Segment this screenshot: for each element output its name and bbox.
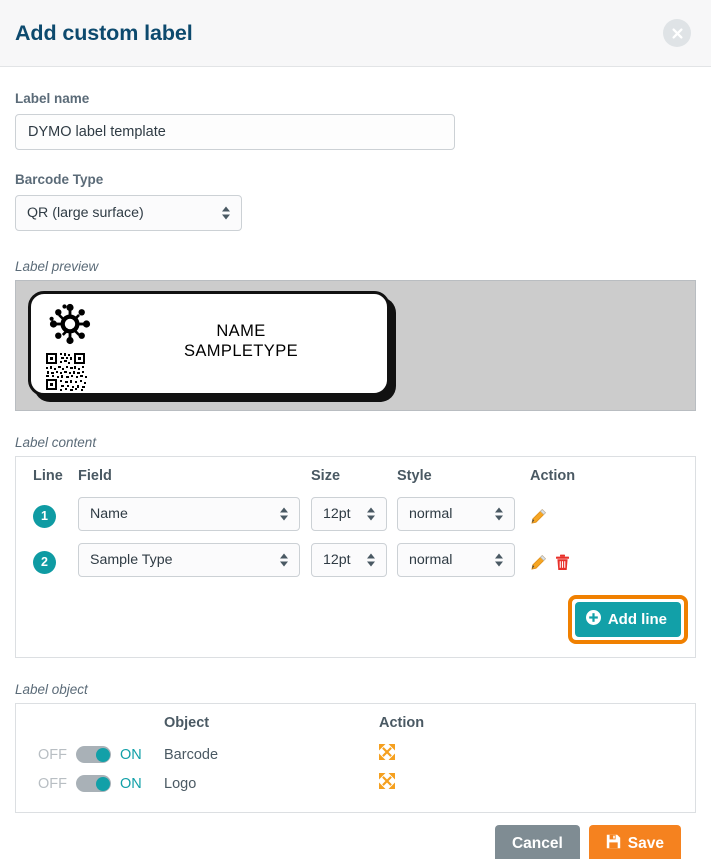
add-line-focus-ring: Add line	[568, 595, 688, 644]
add-line-row: Add line	[16, 585, 695, 657]
table-row: OFF ON Logo	[16, 769, 695, 798]
size-cell: 12pt	[311, 493, 397, 539]
column-header-object: Object	[164, 704, 379, 740]
toggle-knob	[96, 748, 110, 762]
plus-circle-icon	[586, 610, 601, 629]
field-select-row-2[interactable]: Sample Type	[78, 543, 300, 577]
object-name: Logo	[164, 776, 196, 792]
barcode-type-label: Barcode Type	[15, 172, 696, 187]
label-card: NAME SAMPLETYPE	[28, 291, 390, 396]
column-header-style: Style	[397, 457, 530, 493]
dialog-body: Label name Barcode Type QR (large surfac…	[0, 67, 711, 859]
dialog-header: Add custom label	[0, 0, 711, 67]
floppy-disk-icon	[606, 834, 621, 854]
column-header-size: Size	[311, 457, 397, 493]
line-number-badge: 2	[33, 551, 56, 574]
save-button-label: Save	[628, 835, 664, 853]
label-object-panel: Object Action OFF ON	[15, 703, 696, 813]
label-name-label: Label name	[15, 91, 696, 106]
style-cell: normal	[397, 539, 530, 585]
pencil-icon[interactable]	[530, 508, 547, 525]
field-select-value-row-2: Sample Type	[79, 544, 299, 576]
object-name-cell: Barcode	[164, 740, 379, 769]
toggle-cell: OFF ON	[16, 769, 164, 798]
line-number-badge: 1	[33, 505, 56, 528]
field-cell: Name	[78, 493, 311, 539]
toggle-off-label: OFF	[38, 776, 67, 792]
column-header-toggle	[16, 704, 164, 740]
size-cell: 12pt	[311, 539, 397, 585]
move-arrows-icon[interactable]	[379, 773, 395, 789]
field-select-row-1[interactable]: Name	[78, 497, 300, 531]
chevron-updown-icon	[280, 553, 289, 568]
save-button[interactable]: Save	[589, 825, 681, 859]
line-number-cell: 2	[16, 539, 78, 585]
toggle-cell: OFF ON	[16, 740, 164, 769]
label-content-caption: Label content	[15, 435, 696, 450]
object-action-cell	[379, 740, 695, 769]
logo-toggle[interactable]	[76, 775, 111, 792]
object-name: Barcode	[164, 747, 218, 763]
column-header-action: Action	[379, 704, 695, 740]
object-name-cell: Logo	[164, 769, 379, 798]
dialog-footer: Cancel Save	[15, 813, 696, 859]
column-header-field: Field	[78, 457, 311, 493]
pencil-icon[interactable]	[530, 554, 547, 571]
table-row: 2 Sample Type 12pt	[16, 539, 695, 585]
table-row: OFF ON Barcode	[16, 740, 695, 769]
size-select-row-2[interactable]: 12pt	[311, 543, 387, 577]
label-preview-caption: Label preview	[15, 259, 696, 274]
object-action-cell	[379, 769, 695, 798]
table-header-row: Line Field Size Style Action	[16, 457, 695, 493]
chevron-updown-icon	[367, 507, 376, 522]
barcode-type-select[interactable]: QR (large surface)	[15, 195, 242, 231]
label-name-input[interactable]	[15, 114, 455, 150]
field-cell: Sample Type	[78, 539, 311, 585]
chevron-updown-icon	[222, 206, 231, 221]
logo-icon	[47, 301, 93, 352]
label-preview-area: NAME SAMPLETYPE	[15, 280, 696, 411]
table-row: 1 Name 12pt	[16, 493, 695, 539]
style-select-row-2[interactable]: normal	[397, 543, 515, 577]
toggle-off-label: OFF	[38, 747, 67, 763]
action-cell	[530, 539, 695, 585]
chevron-updown-icon	[280, 507, 289, 522]
table-spacer-row	[16, 798, 695, 812]
add-custom-label-dialog: Add custom label Label name Barcode Type…	[0, 0, 711, 859]
close-icon[interactable]	[663, 19, 691, 47]
label-object-table: Object Action OFF ON	[16, 704, 695, 812]
cancel-button-label: Cancel	[512, 835, 563, 853]
label-preview-text: NAME SAMPLETYPE	[126, 321, 356, 361]
toggle-on-label: ON	[120, 747, 142, 763]
style-select-row-1[interactable]: normal	[397, 497, 515, 531]
label-preview-line-2: SAMPLETYPE	[126, 341, 356, 361]
toggle-knob	[96, 777, 110, 791]
column-header-line: Line	[16, 457, 78, 493]
label-preview-line-1: NAME	[126, 321, 356, 341]
action-cell	[530, 493, 695, 539]
chevron-updown-icon	[495, 507, 504, 522]
barcode-type-value: QR (large surface)	[16, 196, 241, 230]
label-content-panel: Line Field Size Style Action 1	[15, 456, 696, 658]
chevron-updown-icon	[367, 553, 376, 568]
size-select-row-1[interactable]: 12pt	[311, 497, 387, 531]
column-header-action: Action	[530, 457, 695, 493]
add-line-button[interactable]: Add line	[575, 602, 681, 637]
barcode-toggle[interactable]	[76, 746, 111, 763]
label-content-table: Line Field Size Style Action 1	[16, 457, 695, 657]
field-select-value-row-1: Name	[79, 498, 299, 530]
table-header-row: Object Action	[16, 704, 695, 740]
qr-code-icon	[45, 352, 88, 397]
chevron-updown-icon	[495, 553, 504, 568]
trash-icon[interactable]	[555, 554, 570, 571]
cancel-button[interactable]: Cancel	[495, 825, 580, 859]
move-arrows-icon[interactable]	[379, 744, 395, 760]
style-cell: normal	[397, 493, 530, 539]
label-object-caption: Label object	[15, 682, 696, 697]
line-number-cell: 1	[16, 493, 78, 539]
toggle-on-label: ON	[120, 776, 142, 792]
page-title: Add custom label	[15, 21, 193, 46]
add-line-label: Add line	[608, 611, 667, 628]
